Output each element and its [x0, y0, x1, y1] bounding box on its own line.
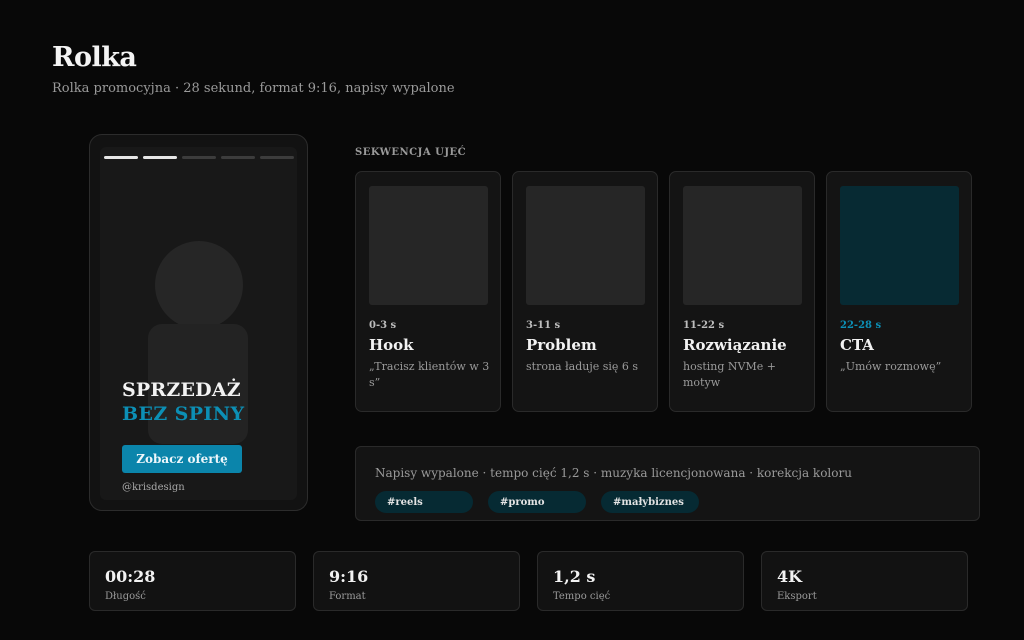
hashtag-list: #reels #promo #małybiznes [375, 491, 699, 513]
stat-label: Długość [105, 591, 146, 602]
shot-time: 3-11 s [526, 320, 561, 331]
cta-button[interactable]: Zobacz ofertę [122, 445, 242, 473]
preview-headline-line-1: SPRZEDAŻ [122, 379, 241, 401]
shot-title: Problem [526, 336, 597, 354]
stat-label: Eksport [777, 591, 817, 602]
shot-title: CTA [840, 336, 874, 354]
stat-card-duration: 00:28 Długość [89, 551, 296, 611]
shot-time: 22-28 s [840, 320, 882, 331]
production-notes-panel: Napisy wypalone · tempo cięć 1,2 s · muz… [355, 446, 980, 521]
sequence-label: SEKWENCJA UJĘĆ [355, 147, 467, 158]
story-segment [221, 156, 255, 159]
shot-card-hook[interactable]: 0-3 s Hook „Tracisz klientów w 3 s” [355, 171, 501, 412]
stat-label: Tempo cięć [553, 591, 611, 602]
story-segment [260, 156, 294, 159]
page-subtitle: Rolka promocyjna · 28 sekund, format 9:1… [52, 81, 455, 96]
stat-value: 1,2 s [553, 567, 596, 586]
phone-screen: SPRZEDAŻ BEZ SPINY Zobacz ofertę @krisde… [100, 147, 297, 500]
person-silhouette-head [155, 241, 243, 329]
hashtag-chip[interactable]: #promo [488, 491, 586, 513]
story-segment [104, 156, 138, 159]
story-progress [104, 156, 294, 159]
shot-time: 11-22 s [683, 320, 725, 331]
shot-title: Rozwiązanie [683, 336, 787, 354]
shot-description: hosting NVMe + motyw [683, 360, 776, 389]
preview-headline-line-2: BEZ SPINY [122, 403, 245, 425]
production-notes: Napisy wypalone · tempo cięć 1,2 s · muz… [375, 466, 852, 480]
shot-thumbnail [369, 186, 488, 305]
shot-card-solution[interactable]: 11-22 s Rozwiązanie hosting NVMe + motyw [669, 171, 815, 412]
account-handle: @krisdesign [122, 482, 185, 493]
stat-value: 00:28 [105, 567, 156, 586]
stat-value: 4K [777, 567, 803, 586]
stat-card-export: 4K Eksport [761, 551, 968, 611]
shot-thumbnail [526, 186, 645, 305]
shot-description: strona ładuje się 6 s [526, 360, 639, 373]
page-title: Rolka [52, 42, 137, 73]
shot-card-cta[interactable]: 22-28 s CTA „Umów rozmowę” [826, 171, 972, 412]
hashtag-chip[interactable]: #małybiznes [601, 491, 699, 513]
story-segment [182, 156, 216, 159]
phone-preview: SPRZEDAŻ BEZ SPINY Zobacz ofertę @krisde… [89, 134, 308, 511]
shot-description: „Umów rozmowę” [840, 360, 942, 373]
stat-label: Format [329, 591, 366, 602]
shot-time: 0-3 s [369, 320, 397, 331]
hashtag-chip[interactable]: #reels [375, 491, 473, 513]
stat-card-format: 9:16 Format [313, 551, 520, 611]
story-segment [143, 156, 177, 159]
shot-card-problem[interactable]: 3-11 s Problem strona ładuje się 6 s [512, 171, 658, 412]
stat-value: 9:16 [329, 567, 369, 586]
shot-thumbnail [683, 186, 802, 305]
shot-thumbnail [840, 186, 959, 305]
shot-description: „Tracisz klientów w 3 s” [369, 360, 490, 389]
shot-title: Hook [369, 336, 414, 354]
stat-card-cut-tempo: 1,2 s Tempo cięć [537, 551, 744, 611]
